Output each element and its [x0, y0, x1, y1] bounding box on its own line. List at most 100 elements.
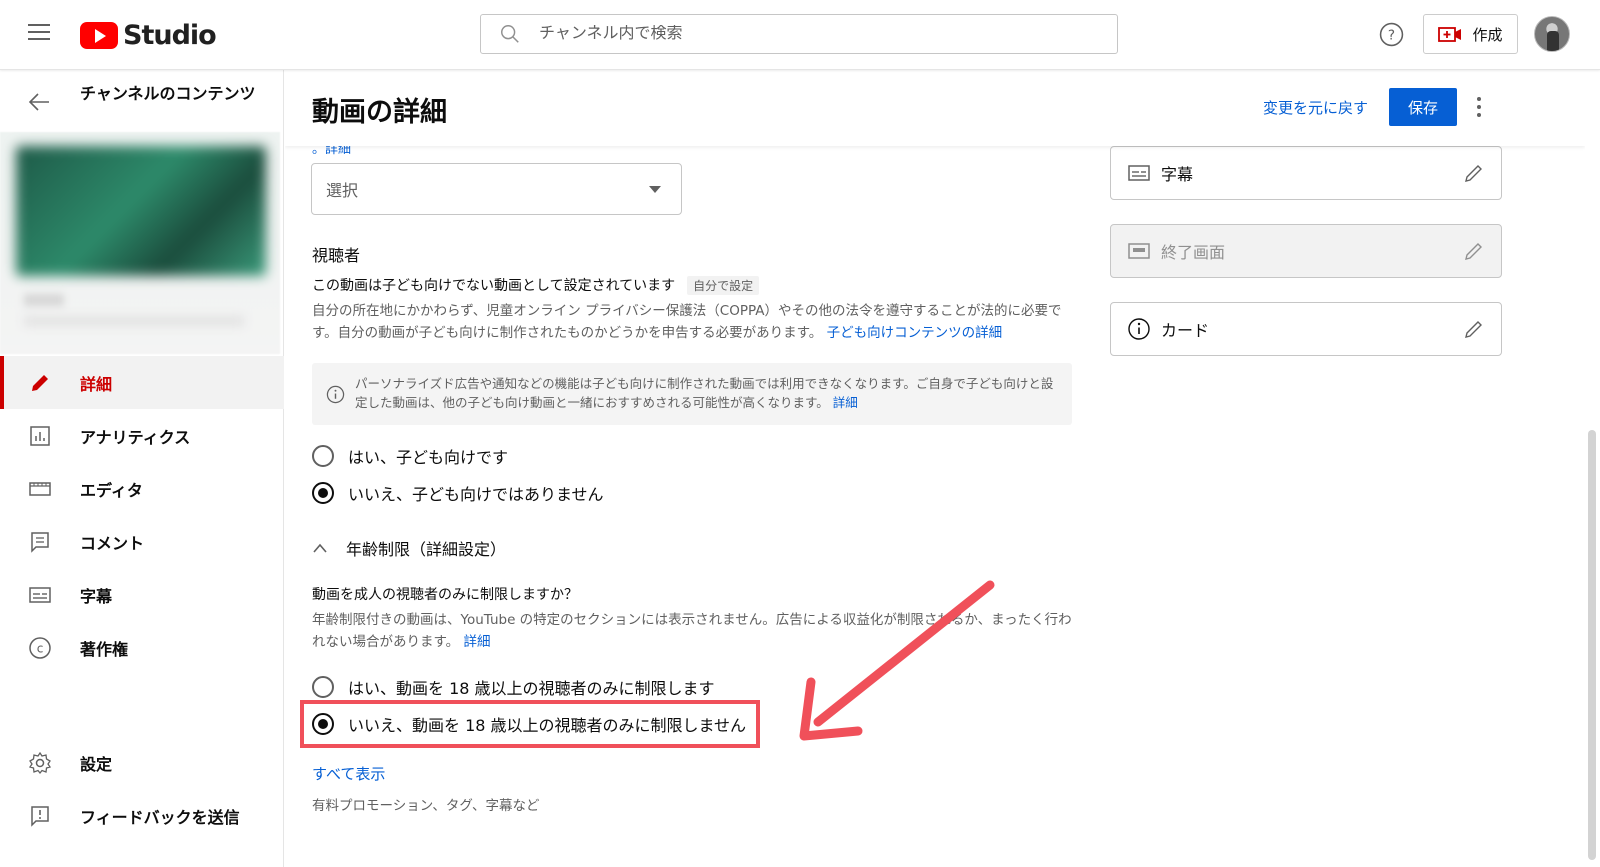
audience-heading: 視聴者	[312, 246, 361, 265]
sidebar-item-comments[interactable]: コメント	[0, 515, 284, 568]
gear-icon	[28, 751, 52, 774]
end-screen-icon	[1128, 243, 1150, 259]
sidebar: チャンネルのコンテンツ 詳細 アナリティクス エディタ コメント 字幕 c 著作…	[0, 70, 284, 867]
playlist-select[interactable]: 選択	[311, 163, 682, 215]
caret-down-icon	[649, 186, 661, 193]
select-value: 選択	[326, 181, 359, 200]
video-camera-icon	[1438, 26, 1462, 42]
annotation-highlight-box	[300, 700, 760, 748]
svg-text:?: ?	[1388, 28, 1395, 44]
age-question: 動画を成人の視聴者のみに制限しますか？	[312, 587, 578, 603]
subtitles-card[interactable]: 字幕	[1110, 146, 1502, 200]
audience-status-text: この動画は子ども向けでない動画として設定されています	[312, 278, 676, 294]
main-content: 動画の詳細 変更を元に戻す 保存 。詳細 選択 視聴者 この動画は子ども向けでな…	[285, 70, 1585, 867]
show-all-description: 有料プロモーション、タグ、字幕など	[312, 798, 540, 814]
info-text: パーソナライズド広告や通知などの機能は子ども向けに制作された動画では利用できなく…	[355, 374, 1055, 412]
end-screen-card[interactable]: 終了画面	[1110, 224, 1502, 278]
info-box: パーソナライズド広告や通知などの機能は子ども向けに制作された動画では利用できなく…	[312, 363, 1072, 425]
pencil-icon	[32, 374, 48, 391]
more-vert-icon[interactable]	[1475, 94, 1483, 120]
sidebar-item-editor[interactable]: エディタ	[0, 462, 284, 515]
kids-content-link[interactable]: 子ども向けコンテンツの詳細	[827, 325, 1003, 341]
audience-description: 自分の所在地にかかわらず、児童オンライン プライバシー保護法（COPPA）やその…	[312, 300, 1072, 344]
edit-pencil-icon[interactable]	[1463, 162, 1485, 184]
audience-option-yes[interactable]: はい、子ども向けです	[312, 444, 508, 468]
card-label: カード	[1161, 321, 1210, 340]
sidebar-item-label: 詳細	[80, 374, 113, 394]
radio-unchecked[interactable]	[312, 676, 334, 698]
age-restriction-toggle[interactable]: 年齢制限（詳細設定）	[312, 536, 506, 560]
audience-option-no[interactable]: いいえ、子ども向けではありません	[312, 481, 604, 505]
sidebar-item-label: 設定	[80, 754, 113, 774]
sidebar-item-label: エディタ	[80, 480, 143, 500]
back-row: チャンネルのコンテンツ	[0, 70, 284, 132]
video-thumbnail[interactable]	[16, 146, 266, 276]
sidebar-bottom-nav: 設定 フィードバックを送信	[0, 736, 284, 842]
sidebar-item-label: コメント	[80, 533, 145, 553]
cards-card[interactable]: カード	[1110, 302, 1502, 356]
sidebar-item-settings[interactable]: 設定	[0, 736, 284, 789]
search-icon[interactable]	[499, 23, 521, 45]
analytics-icon	[30, 425, 50, 446]
sidebar-item-subtitles[interactable]: 字幕	[0, 568, 284, 621]
sidebar-item-details[interactable]: 詳細	[0, 356, 284, 409]
radio-unchecked[interactable]	[312, 445, 334, 467]
sidebar-item-analytics[interactable]: アナリティクス	[0, 409, 284, 462]
sidebar-item-label: 著作権	[80, 639, 129, 659]
status-badge: 自分で設定	[687, 276, 760, 295]
help-icon[interactable]: ?	[1379, 22, 1404, 47]
sidebar-item-copyright[interactable]: c 著作権	[0, 621, 284, 674]
sidebar-item-label: フィードバックを送信	[80, 807, 240, 827]
show-all-link[interactable]: すべて表示	[312, 763, 385, 784]
video-title-blurred	[24, 294, 64, 306]
video-thumbnail-area	[0, 132, 280, 354]
card-label: 字幕	[1161, 165, 1194, 184]
info-icon	[326, 385, 345, 404]
logo-text: Studio	[123, 20, 217, 51]
edit-pencil-icon[interactable]	[1463, 318, 1485, 340]
channel-content-link[interactable]: チャンネルのコンテンツ	[80, 84, 270, 104]
scrollbar[interactable]	[1588, 430, 1596, 860]
search-input[interactable]	[539, 25, 1099, 43]
sidebar-item-label: 字幕	[80, 586, 113, 606]
age-description-text: 年齢制限付きの動画は、YouTube の特定のセクションには表示されません。広告…	[312, 612, 1072, 650]
undo-changes-link[interactable]: 変更を元に戻す	[1263, 97, 1368, 118]
comment-icon	[31, 531, 49, 553]
avatar[interactable]	[1534, 16, 1570, 52]
youtube-play-icon	[80, 22, 118, 49]
studio-logo[interactable]: Studio	[80, 20, 217, 51]
chevron-up-icon	[313, 543, 327, 553]
age-restriction-label: 年齢制限（詳細設定）	[346, 540, 507, 559]
video-url-blurred	[24, 316, 244, 326]
age-option-yes[interactable]: はい、動画を 18 歳以上の視聴者のみに制限します	[312, 675, 715, 699]
radio-label: いいえ、子ども向けではありません	[348, 485, 604, 504]
sidebar-item-feedback[interactable]: フィードバックを送信	[0, 789, 284, 842]
age-detail-link[interactable]: 詳細	[463, 634, 490, 650]
subtitles-icon	[1128, 165, 1150, 181]
radio-checked[interactable]	[312, 482, 334, 504]
create-label: 作成	[1472, 25, 1503, 44]
main-header: 動画の詳細 変更を元に戻す 保存	[285, 70, 1585, 146]
edit-pencil-icon[interactable]	[1463, 240, 1485, 262]
radio-label: はい、子ども向けです	[348, 448, 509, 467]
menu-icon[interactable]	[28, 24, 50, 42]
back-arrow-icon[interactable]	[28, 92, 50, 112]
sidebar-nav: 詳細 アナリティクス エディタ コメント 字幕 c 著作権	[0, 356, 284, 674]
top-bar: Studio ? 作成	[0, 0, 1600, 70]
card-label: 終了画面	[1161, 243, 1226, 262]
radio-label: はい、動画を 18 歳以上の視聴者のみに制限します	[348, 679, 715, 698]
feedback-icon	[31, 805, 49, 827]
create-button[interactable]: 作成	[1423, 14, 1518, 54]
svg-text:c: c	[37, 641, 44, 655]
audience-status: この動画は子ども向けでない動画として設定されています 自分で設定	[312, 275, 760, 295]
copyright-icon: c	[29, 636, 51, 659]
save-button[interactable]: 保存	[1389, 88, 1457, 126]
search-bar	[480, 14, 1118, 54]
info-detail-link[interactable]: 詳細	[833, 395, 858, 410]
page-title: 動画の詳細	[312, 97, 447, 128]
sidebar-item-label: アナリティクス	[80, 427, 191, 447]
age-description: 年齢制限付きの動画は、YouTube の特定のセクションには表示されません。広告…	[312, 609, 1072, 653]
editor-icon	[29, 481, 51, 496]
info-text-body: パーソナライズド広告や通知などの機能は子ども向けに制作された動画では利用できなく…	[355, 376, 1054, 410]
subtitles-icon	[29, 586, 51, 603]
